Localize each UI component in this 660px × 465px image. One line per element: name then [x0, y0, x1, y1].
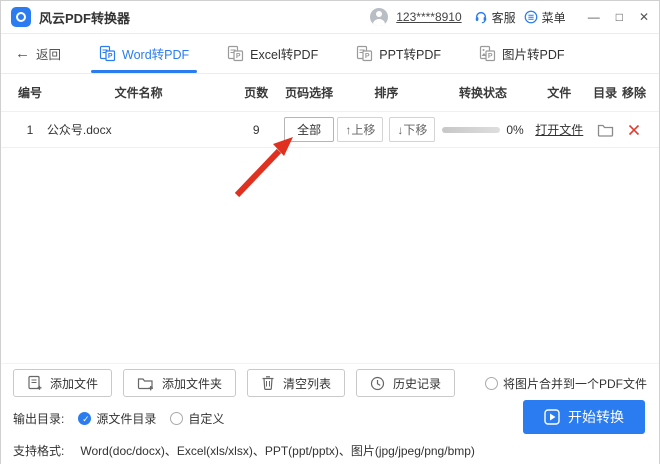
output-directory-row: 输出目录: 源文件目录 自定义 — [13, 410, 224, 427]
maximize-button[interactable]: □ — [616, 11, 623, 23]
app-logo-icon — [11, 7, 31, 27]
tab-label: 图片转PDF — [502, 48, 565, 62]
row-index: 1 — [26, 122, 34, 137]
account-number[interactable]: 123****8910 — [396, 10, 461, 24]
custom-dir-radio[interactable] — [170, 412, 184, 425]
tab-label: Excel转PDF — [250, 48, 319, 62]
progress-percent: 0% — [506, 122, 524, 137]
folder-icon[interactable] — [597, 122, 614, 137]
tab-label: Word转PDF — [122, 48, 190, 62]
svg-text:P: P — [365, 53, 370, 60]
table-header: 编号 文件名称 页数 页码选择 排序 转换状态 文件 目录 移除 — [1, 74, 659, 112]
page-select-button[interactable]: 全部 — [284, 117, 335, 142]
customer-service-button[interactable]: 客服 — [474, 9, 516, 26]
merge-radio[interactable] — [484, 377, 498, 390]
merge-option-label: 将图片合并到一个PDF文件 — [502, 377, 647, 391]
tab-bar: ← 返回 P Word转PDF P Excel转PDF P PPT转PDF P … — [1, 34, 659, 74]
row-pages: 9 — [252, 122, 260, 137]
tab-ppt-to-pdf[interactable]: P PPT转PDF — [348, 34, 449, 73]
back-label: 返回 — [36, 48, 62, 62]
clock-icon — [370, 376, 385, 390]
history-button[interactable]: 历史记录 — [356, 369, 456, 397]
remove-icon[interactable] — [628, 124, 640, 136]
move-up-button[interactable]: ↑上移 — [337, 117, 384, 142]
svg-text:P: P — [108, 53, 113, 60]
col-header-filename: 文件名称 — [114, 86, 163, 100]
bottom-panel: 添加文件 添加文件夹 清空列表 历史记录 将图片合并到一个PDF文件 输出目录:… — [1, 363, 659, 465]
minimize-button[interactable]: — — [588, 11, 600, 23]
source-dir-option[interactable]: 源文件目录 — [78, 410, 156, 427]
menu-button[interactable]: 菜单 — [524, 9, 566, 26]
merge-option[interactable]: 将图片合并到一个PDF文件 — [484, 375, 647, 392]
move-down-button[interactable]: ↓下移 — [389, 117, 436, 142]
col-header-file: 文件 — [547, 86, 572, 100]
clear-list-label: 清空列表 — [283, 376, 332, 391]
tab-label: PPT转PDF — [379, 48, 442, 62]
col-header-sort: 排序 — [374, 86, 399, 100]
clear-list-button[interactable]: 清空列表 — [247, 369, 346, 397]
trash-icon — [262, 376, 274, 391]
col-header-pages: 页数 — [244, 86, 269, 100]
back-arrow-icon: ← — [15, 45, 30, 62]
image-doc-icon: P — [479, 45, 496, 62]
custom-dir-option[interactable]: 自定义 — [170, 410, 224, 427]
output-directory-label: 输出目录: — [13, 412, 65, 426]
add-file-icon — [28, 375, 42, 390]
supported-formats-row: 支持格式: Word(doc/docx)、Excel(xls/xlsx)、PPT… — [13, 442, 475, 459]
col-header-status: 转换状态 — [459, 86, 508, 100]
tab-excel-to-pdf[interactable]: P Excel转PDF — [219, 34, 326, 73]
start-convert-button[interactable]: 开始转换 — [523, 400, 645, 434]
toolbar: 添加文件 添加文件夹 清空列表 历史记录 — [13, 369, 456, 397]
title-bar: 风云PDF转换器 123****8910 客服 菜单 — □ ✕ — [1, 1, 659, 34]
customer-service-label: 客服 — [491, 10, 516, 25]
col-header-remove: 移除 — [622, 86, 647, 100]
source-dir-label: 源文件目录 — [96, 412, 157, 426]
open-file-link[interactable]: 打开文件 — [535, 123, 583, 137]
table-row: 1 公众号.docx 9 全部 ↑上移 ↓下移 0% 打开文件 — [1, 112, 659, 148]
play-icon — [544, 409, 560, 425]
add-file-button[interactable]: 添加文件 — [13, 369, 113, 397]
headset-icon — [475, 11, 486, 24]
row-filename: 公众号.docx — [46, 123, 112, 137]
tab-image-to-pdf[interactable]: P 图片转PDF — [471, 34, 573, 73]
excel-doc-icon: P — [228, 45, 244, 62]
svg-text:P: P — [488, 53, 493, 60]
menu-label: 菜单 — [541, 10, 566, 25]
word-doc-icon: P — [99, 45, 116, 62]
supported-formats-value: Word(doc/docx)、Excel(xls/xlsx)、PPT(ppt/p… — [80, 444, 475, 458]
ppt-doc-icon: P — [357, 45, 373, 62]
supported-formats-label: 支持格式: — [13, 444, 65, 458]
svg-text:P: P — [236, 53, 241, 60]
add-file-label: 添加文件 — [50, 376, 99, 391]
source-dir-radio[interactable] — [78, 412, 92, 426]
menu-icon — [524, 10, 538, 24]
history-label: 历史记录 — [393, 376, 442, 391]
start-convert-label: 开始转换 — [568, 409, 624, 425]
add-folder-icon — [137, 378, 154, 391]
custom-dir-label: 自定义 — [188, 412, 225, 426]
app-title: 风云PDF转换器 — [39, 10, 131, 26]
col-header-page-select: 页码选择 — [285, 86, 334, 100]
avatar[interactable] — [370, 8, 389, 26]
progress-bar — [442, 126, 501, 133]
back-button[interactable]: ← 返回 — [15, 34, 61, 73]
col-header-index: 编号 — [17, 86, 42, 100]
add-folder-button[interactable]: 添加文件夹 — [123, 369, 237, 397]
tab-word-to-pdf[interactable]: P Word转PDF — [91, 34, 198, 73]
close-button[interactable]: ✕ — [639, 11, 649, 23]
add-folder-label: 添加文件夹 — [162, 376, 223, 391]
col-header-directory: 目录 — [593, 86, 618, 100]
